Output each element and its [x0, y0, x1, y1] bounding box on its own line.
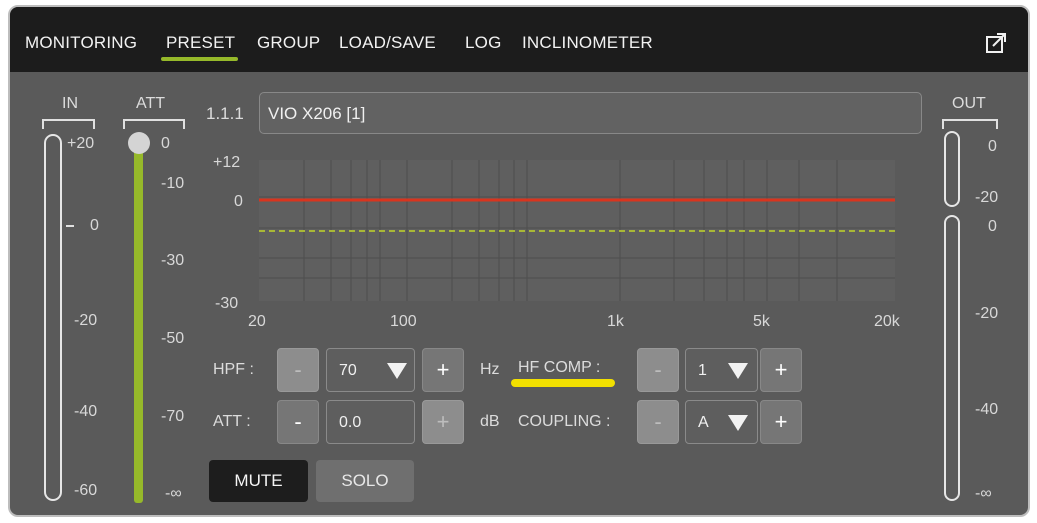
in-meter [44, 134, 62, 501]
in-tick: +20 [67, 135, 95, 152]
att-tick: -∞ [165, 485, 182, 502]
out-meter-upper [944, 131, 960, 207]
out-tick: -20 [975, 305, 999, 322]
in-tick: 0 [90, 217, 99, 234]
hf-comp-select[interactable]: 1 [685, 348, 758, 392]
channel-id: 1.1.1 [206, 104, 244, 123]
out-tick: 0 [988, 218, 997, 235]
coupling-label: COUPLING : [518, 413, 611, 430]
coupling-value: A [698, 414, 709, 431]
att-tick: -30 [161, 252, 185, 269]
hpf-decrease-button[interactable]: - [277, 348, 319, 392]
tab-group[interactable]: GROUP [257, 33, 320, 53]
preset-window: MONITORING PRESET GROUP LOAD/SAVE LOG IN… [8, 5, 1030, 517]
att-value-field[interactable]: 0.0 [326, 400, 415, 444]
tab-monitoring[interactable]: MONITORING [25, 33, 137, 53]
hf-comp-decrease-button[interactable]: - [637, 348, 679, 392]
eq-x-tick: 1k [607, 313, 624, 330]
in-tick: -40 [74, 403, 98, 420]
chevron-down-icon [387, 363, 407, 379]
att-label: ATT : [213, 413, 251, 430]
tab-load-save[interactable]: LOAD/SAVE [339, 33, 436, 53]
att-meter-bracket [123, 119, 185, 129]
hf-comp-value: 1 [698, 362, 707, 379]
att-tick: -10 [161, 175, 185, 192]
in-tick: -20 [74, 312, 98, 329]
eq-graph-grid [259, 160, 895, 301]
in-meter-label: IN [62, 95, 78, 112]
tab-inclinometer[interactable]: INCLINOMETER [522, 33, 653, 53]
eq-x-tick: 5k [753, 313, 770, 330]
in-tick: -60 [74, 482, 98, 499]
out-meter-lower [944, 215, 960, 501]
hpf-value: 70 [339, 362, 357, 379]
hf-comp-highlight [511, 379, 615, 387]
in-meter-marker [66, 225, 74, 227]
att-unit: dB [480, 413, 500, 430]
hpf-unit: Hz [480, 361, 500, 378]
hf-comp-increase-button[interactable]: + [760, 348, 802, 392]
att-tick: -70 [161, 408, 185, 425]
hf-comp-label: HF COMP : [518, 359, 601, 376]
expand-icon[interactable] [985, 32, 1007, 54]
tab-preset[interactable]: PRESET [166, 33, 235, 53]
att-tick: 0 [161, 135, 170, 152]
hpf-increase-button[interactable]: + [422, 348, 464, 392]
att-slider-track[interactable] [134, 139, 143, 503]
chevron-down-icon [728, 415, 748, 431]
hpf-select[interactable]: 70 [326, 348, 415, 392]
out-meter-bracket [942, 119, 998, 129]
eq-x-tick: 20k [874, 313, 900, 330]
eq-y-tick: 0 [234, 193, 243, 210]
in-meter-bracket [42, 119, 95, 129]
att-tick: -50 [161, 330, 185, 347]
coupling-increase-button[interactable]: + [760, 400, 802, 444]
out-meter-label: OUT [952, 95, 986, 112]
att-slider-handle[interactable] [128, 132, 150, 154]
tab-log[interactable]: LOG [465, 33, 502, 53]
eq-y-tick: +12 [213, 154, 241, 171]
solo-button[interactable]: SOLO [316, 460, 414, 502]
channel-name-field[interactable]: VIO X206 [1] [259, 92, 922, 134]
att-meter-label: ATT [136, 95, 166, 112]
coupling-decrease-button[interactable]: - [637, 400, 679, 444]
eq-x-tick: 20 [248, 313, 266, 330]
att-increase-button[interactable]: + [422, 400, 464, 444]
out-tick: -40 [975, 401, 999, 418]
chevron-down-icon [728, 363, 748, 379]
coupling-select[interactable]: A [685, 400, 758, 444]
mute-button[interactable]: MUTE [209, 460, 308, 502]
hpf-label: HPF : [213, 361, 254, 378]
active-tab-indicator [161, 57, 238, 61]
out-tick: -∞ [975, 485, 992, 502]
att-decrease-button[interactable]: - [277, 400, 319, 444]
eq-y-tick: -30 [215, 295, 239, 312]
out-tick: 0 [988, 138, 997, 155]
top-nav-bar: MONITORING PRESET GROUP LOAD/SAVE LOG IN… [10, 7, 1028, 72]
eq-graph [259, 160, 895, 301]
eq-x-tick: 100 [390, 313, 417, 330]
out-tick: -20 [975, 189, 999, 206]
